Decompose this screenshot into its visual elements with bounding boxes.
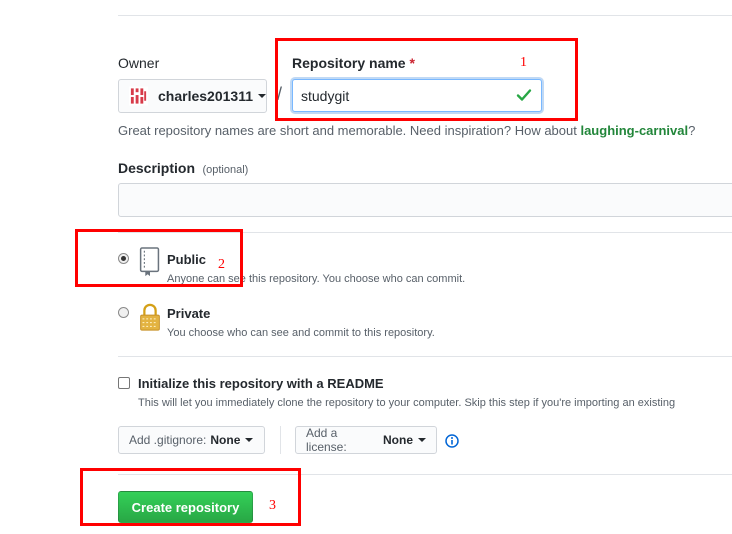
description-optional: (optional) xyxy=(202,164,249,176)
gitignore-value: None xyxy=(210,433,241,447)
owner-select[interactable]: charles201311 xyxy=(118,79,267,113)
description-label-text: Description xyxy=(118,160,196,176)
select-divider xyxy=(280,426,281,454)
owner-label: Owner xyxy=(118,55,160,71)
owner-avatar xyxy=(129,86,149,106)
chevron-down-icon xyxy=(245,438,254,442)
top-divider xyxy=(118,15,732,16)
annotation-number-1: 1 xyxy=(520,55,527,70)
repo-name-hint: Great repository names are short and mem… xyxy=(118,123,695,138)
hint-end: ? xyxy=(688,123,696,138)
description-label: Description (optional) xyxy=(118,160,248,178)
lock-icon xyxy=(140,303,160,331)
description-input[interactable] xyxy=(118,183,732,217)
readme-label[interactable]: Initialize this repository with a README xyxy=(138,376,384,391)
private-label[interactable]: Private xyxy=(167,306,210,321)
annotation-box-1 xyxy=(275,38,578,121)
owner-name: charles201311 xyxy=(158,88,253,104)
chevron-down-icon xyxy=(418,438,426,442)
private-note: You choose who can see and commit to thi… xyxy=(167,327,435,339)
readme-note: This will let you immediately clone the … xyxy=(138,397,676,409)
chevron-down-icon xyxy=(258,94,266,98)
license-prefix: Add a license: xyxy=(306,426,347,454)
annotation-box-3 xyxy=(80,468,301,526)
gitignore-select[interactable]: Add .gitignore: None xyxy=(118,426,265,454)
annotation-number-2: 2 xyxy=(218,257,225,272)
info-icon[interactable] xyxy=(445,434,459,448)
annotation-number-3: 3 xyxy=(269,498,276,513)
license-value: None xyxy=(383,433,413,447)
license-select[interactable]: Add a license: None xyxy=(295,426,437,454)
suggested-name-link[interactable]: laughing-carnival xyxy=(580,123,688,138)
gitignore-prefix: Add .gitignore: xyxy=(129,433,207,447)
private-radio[interactable] xyxy=(118,307,129,318)
hint-text: Great repository names are short and mem… xyxy=(118,123,581,138)
readme-checkbox[interactable] xyxy=(118,377,130,389)
divider-readme xyxy=(118,356,732,357)
